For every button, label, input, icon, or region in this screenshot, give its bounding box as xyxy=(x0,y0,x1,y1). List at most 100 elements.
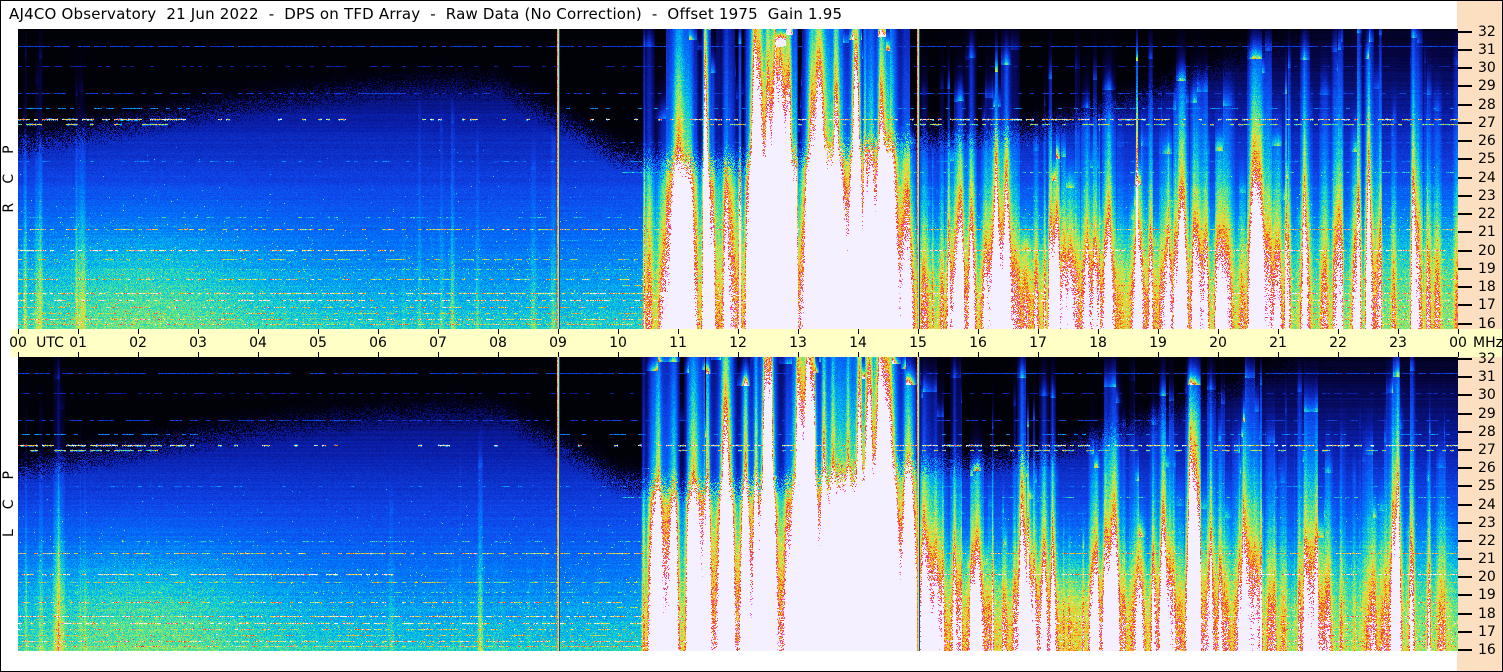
hour-tick-bottom xyxy=(618,352,619,357)
frequency-tick-label: 25 xyxy=(1478,478,1496,495)
hour-label: 23 xyxy=(1389,335,1407,351)
hour-label: 10 xyxy=(609,335,627,351)
hour-label: 00 xyxy=(9,335,27,351)
hour-label: 15 xyxy=(909,335,927,351)
frequency-tick-label: 28 xyxy=(1478,423,1496,440)
hour-label: 14 xyxy=(849,335,867,351)
frequency-tick-dash xyxy=(1458,194,1472,197)
hour-tick-bottom xyxy=(258,352,259,357)
frequency-tick-dash xyxy=(1458,30,1472,33)
frequency-tick-label: 21 xyxy=(1478,224,1496,241)
hour-label: 13 xyxy=(789,335,807,351)
hour-tick-bottom xyxy=(798,352,799,357)
hour-tick-top xyxy=(1038,329,1039,334)
frequency-tick-dash xyxy=(1458,67,1472,69)
title-bar: AJ4CO Observatory 21 Jun 2022 - DPS on T… xyxy=(9,5,843,23)
hour-tick-top xyxy=(1458,329,1459,334)
frequency-tick-label: 16 xyxy=(1478,642,1496,659)
hour-tick-bottom xyxy=(978,352,979,357)
hour-tick-bottom xyxy=(78,352,79,357)
hour-label: 11 xyxy=(669,335,687,351)
frequency-tick-dash xyxy=(1458,358,1472,360)
hour-label: 21 xyxy=(1269,335,1287,351)
hour-tick-top xyxy=(678,329,679,334)
frequency-tick-dash xyxy=(1458,213,1472,215)
hour-tick-bottom xyxy=(918,352,919,357)
frequency-tick-dash xyxy=(1458,376,1472,379)
hour-tick-top xyxy=(1158,329,1159,334)
frequency-tick-dash xyxy=(1458,267,1472,270)
frequency-tick-dash xyxy=(1458,558,1472,561)
dps-spectrogram-window: AJ4CO Observatory 21 Jun 2022 - DPS on T… xyxy=(0,0,1503,672)
frequency-tick-dash xyxy=(1458,231,1472,234)
frequency-tick-dash xyxy=(1458,521,1472,524)
hour-tick-top xyxy=(918,329,919,334)
hour-label: 08 xyxy=(489,335,507,351)
hour-tick-bottom xyxy=(858,352,859,357)
hour-tick-bottom xyxy=(318,352,319,357)
hour-label: 01 xyxy=(69,335,87,351)
frequency-tick-dash xyxy=(1458,539,1472,542)
frequency-tick-label: 24 xyxy=(1478,169,1496,186)
frequency-tick-dash xyxy=(1458,394,1472,397)
frequency-tick-dash xyxy=(1458,140,1472,142)
spectrogram-rcp-panel xyxy=(18,29,1458,329)
hour-label: 07 xyxy=(429,335,447,351)
hour-tick-bottom xyxy=(1458,352,1459,357)
hour-tick-top xyxy=(558,329,559,334)
hour-label: 16 xyxy=(969,335,987,351)
frequency-tick-dash xyxy=(1458,467,1472,470)
hour-tick-top xyxy=(438,329,439,334)
lcp-polarization-label: LCP xyxy=(1,450,17,538)
frequency-tick-dash xyxy=(1458,85,1472,88)
frequency-tick-label: 30 xyxy=(1478,387,1496,404)
frequency-tick-label: 32 xyxy=(1478,351,1496,367)
frequency-tick-label: 27 xyxy=(1478,114,1496,131)
frequency-tick-label: 23 xyxy=(1478,187,1496,204)
hour-tick-bottom xyxy=(438,352,439,357)
frequency-tick-dash xyxy=(1458,594,1472,597)
hour-tick-top xyxy=(978,329,979,334)
frequency-tick-label: 25 xyxy=(1478,151,1496,168)
frequency-tick-dash xyxy=(1458,448,1472,451)
hour-label: 09 xyxy=(549,335,567,351)
hour-label: 22 xyxy=(1329,335,1347,351)
hour-label: 05 xyxy=(309,335,327,351)
hour-tick-top xyxy=(1338,329,1339,334)
frequency-tick-label: 20 xyxy=(1478,242,1496,259)
frequency-tick-dash xyxy=(1458,576,1472,579)
hour-tick-top xyxy=(1218,329,1219,334)
hour-tick-bottom xyxy=(1098,352,1099,357)
hour-tick-bottom xyxy=(1278,352,1279,357)
hour-tick-bottom xyxy=(558,352,559,357)
hour-tick-top xyxy=(498,329,499,334)
frequency-tick-label: 20 xyxy=(1478,569,1496,586)
frequency-tick-label: 29 xyxy=(1478,405,1496,422)
frequency-tick-label: 23 xyxy=(1478,514,1496,531)
hour-label: 19 xyxy=(1149,335,1167,351)
hour-label: 00 xyxy=(1449,335,1467,351)
hour-tick-bottom xyxy=(138,352,139,357)
hour-tick-bottom xyxy=(18,352,19,357)
frequency-tick-dash xyxy=(1458,121,1472,124)
frequency-tick-label: 32 xyxy=(1478,23,1496,40)
frequency-tick-label: 19 xyxy=(1478,587,1496,604)
frequency-tick-dash xyxy=(1458,649,1472,652)
frequency-tick-label: 18 xyxy=(1478,279,1496,295)
spectrogram-lcp-panel xyxy=(18,357,1458,651)
hour-tick-top xyxy=(618,329,619,334)
hour-tick-top xyxy=(378,329,379,334)
frequency-tick-label: 21 xyxy=(1478,551,1496,568)
frequency-tick-label: 27 xyxy=(1478,441,1496,458)
frequency-tick-dash xyxy=(1458,485,1472,488)
frequency-tick-dash xyxy=(1458,286,1472,288)
time-axis: 00 01 02 03 04 05 06 07 08 09 10 11 12 13 14 15 16 17 18 19… xyxy=(9,329,1502,357)
frequency-tick-dash xyxy=(1458,103,1472,106)
hour-tick-top xyxy=(78,329,79,334)
hour-tick-top xyxy=(1278,329,1279,334)
hour-tick-top xyxy=(258,329,259,334)
hour-label: 12 xyxy=(729,335,747,351)
hour-label: 03 xyxy=(189,335,207,351)
frequency-tick-label: 17 xyxy=(1478,623,1496,640)
hour-tick-top xyxy=(138,329,139,334)
